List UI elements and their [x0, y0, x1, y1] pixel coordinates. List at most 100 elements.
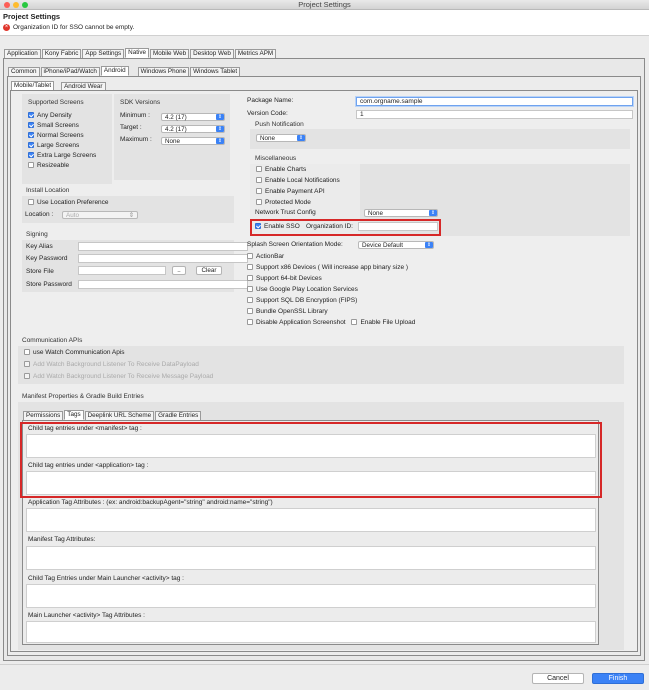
checkbox-icon[interactable] [24, 361, 30, 368]
checkbox-icon[interactable] [256, 177, 262, 184]
resizeable-option[interactable]: Resizeable [28, 161, 96, 171]
checkbox-icon[interactable] [28, 112, 34, 119]
dropdown-arrow-icon: ⇕ [297, 135, 305, 141]
checkbox-icon[interactable] [247, 308, 253, 315]
checkbox-icon[interactable] [28, 142, 34, 149]
checkbox-icon[interactable] [28, 199, 34, 206]
normal-screens-option[interactable]: Normal Screens [28, 131, 96, 141]
checkbox-icon[interactable] [256, 199, 262, 206]
push-notification-title: Push Notification [255, 121, 304, 128]
supported-screens-title: Supported Screens [28, 99, 84, 106]
package-name-input[interactable]: com.orgname.sample [356, 97, 633, 106]
checkbox-icon[interactable] [247, 264, 253, 271]
listener-message-option[interactable]: Add Watch Background Listener To Receive… [24, 372, 213, 382]
listener-datapayload-option[interactable]: Add Watch Background Listener To Receive… [24, 360, 199, 370]
key-alias-input[interactable] [78, 242, 248, 251]
tab-application[interactable]: Application [4, 49, 41, 58]
tab-permissions[interactable]: Permissions [23, 411, 64, 420]
tab-desktop-web[interactable]: Desktop Web [190, 49, 234, 58]
extra-large-screens-option[interactable]: Extra Large Screens [28, 151, 96, 161]
checkbox-icon[interactable] [247, 286, 253, 293]
tab-kony-fabric[interactable]: Kony Fabric [41, 49, 82, 58]
large-screens-option[interactable]: Large Screens [28, 141, 96, 151]
checkbox-icon[interactable] [28, 152, 34, 159]
checkbox-icon[interactable] [247, 275, 253, 282]
clear-button[interactable]: Clear [196, 266, 222, 275]
launcher-attributes-textarea[interactable] [26, 621, 596, 643]
store-file-input[interactable] [78, 266, 166, 275]
tab-mobile-web[interactable]: Mobile Web [150, 49, 190, 58]
checkbox-icon[interactable] [28, 162, 34, 169]
tab-tags[interactable]: Tags [64, 410, 84, 420]
communication-apis-group: use Watch Communication Apis Add Watch B… [18, 346, 624, 384]
browse-button[interactable]: .. [172, 266, 186, 275]
tab-windows-tablet[interactable]: Windows Tablet [190, 67, 241, 76]
disable-screenshot-option[interactable]: Disable Application Screenshot [247, 319, 346, 326]
checkbox-icon[interactable] [247, 319, 253, 326]
sdk-target-select[interactable]: 4.2 (17) ⇕ [161, 125, 225, 133]
enable-local-notifications-option[interactable]: Enable Local Notifications [256, 176, 340, 186]
store-password-input[interactable] [78, 280, 248, 289]
dropdown-arrow-icon: ⇕ [216, 138, 224, 144]
tab-native[interactable]: Native [125, 48, 149, 58]
organization-id-input[interactable] [358, 222, 438, 231]
finish-button[interactable]: Finish [592, 673, 644, 684]
native-tabs: Common iPhone/iPad/Watch Android Windows… [8, 66, 241, 76]
checkbox-icon[interactable] [247, 253, 253, 260]
any-density-option[interactable]: Any Density [28, 111, 96, 121]
version-code-input[interactable]: 1 [356, 110, 633, 119]
checkbox-icon[interactable] [24, 373, 30, 380]
tab-android[interactable]: Android [100, 66, 129, 76]
checkbox-icon[interactable] [28, 122, 34, 129]
tab-windows-phone[interactable]: Windows Phone [137, 67, 190, 76]
bundle-openssl-option[interactable]: Bundle OpenSSL Library [247, 307, 415, 318]
google-play-location-option[interactable]: Use Google Play Location Services [247, 285, 415, 296]
key-password-input[interactable] [78, 254, 248, 263]
tab-deeplink-url-scheme[interactable]: Deeplink URL Scheme [84, 411, 155, 420]
key-alias-label: Key Alias [26, 243, 53, 250]
network-trust-config-select[interactable]: None ⇕ [364, 209, 438, 217]
tab-app-settings[interactable]: App Settings [82, 49, 125, 58]
actionbar-option[interactable]: ActionBar [247, 252, 415, 263]
sdk-minimum-select[interactable]: 4.2 (17) ⇕ [161, 113, 225, 121]
cancel-button[interactable]: Cancel [532, 673, 584, 684]
checkbox-icon[interactable] [28, 132, 34, 139]
enable-file-upload-option[interactable]: Enable File Upload [351, 319, 415, 326]
dropdown-arrow-icon: ⇕ [216, 126, 224, 132]
protected-mode-option[interactable]: Protected Mode [256, 198, 311, 208]
network-trust-config-label: Network Trust Config [255, 209, 316, 216]
error-icon: × [3, 24, 10, 31]
checkbox-icon[interactable] [256, 188, 262, 195]
enable-sso-option[interactable]: Enable SSO [255, 222, 300, 232]
checkbox-icon[interactable] [247, 297, 253, 304]
splash-orientation-select[interactable]: Device Default ⇕ [358, 241, 434, 249]
use-location-preference-option[interactable]: Use Location Preference [28, 198, 109, 208]
small-screens-option[interactable]: Small Screens [28, 121, 96, 131]
use-watch-option[interactable]: use Watch Communication Apis [24, 348, 125, 358]
tab-gradle-entries[interactable]: Gradle Entries [155, 411, 202, 420]
application-tag-attributes-textarea[interactable] [26, 508, 596, 532]
minimize-window-icon[interactable] [13, 2, 19, 8]
sql-db-encryption-option[interactable]: Support SQL DB Encryption (FIPS) [247, 296, 415, 307]
screenshot-row: Disable Application Screenshot Enable Fi… [247, 318, 415, 329]
checkbox-icon[interactable] [24, 349, 30, 356]
push-notification-select[interactable]: None ⇕ [256, 134, 306, 142]
checkbox-icon[interactable] [351, 319, 358, 326]
tab-iphone-ipad-watch[interactable]: iPhone/iPad/Watch [40, 67, 100, 76]
error-message: × Organization ID for SSO cannot be empt… [3, 24, 135, 31]
tab-metrics-apm[interactable]: Metrics APM [234, 49, 277, 58]
sdk-maximum-select[interactable]: None ⇕ [161, 137, 225, 145]
enable-payment-api-option[interactable]: Enable Payment API [256, 187, 325, 197]
checkbox-icon[interactable] [256, 166, 262, 173]
manifest-tag-attributes-textarea[interactable] [26, 546, 596, 570]
location-select[interactable]: Auto ⇕ [62, 211, 138, 219]
sdk-target-label: Target : [120, 124, 142, 131]
support-64bit-option[interactable]: Support 64-bit Devices [247, 274, 415, 285]
enable-charts-option[interactable]: Enable Charts [256, 165, 306, 175]
zoom-window-icon[interactable] [22, 2, 28, 8]
checkbox-icon[interactable] [255, 223, 261, 230]
tab-common[interactable]: Common [8, 67, 40, 76]
support-x86-option[interactable]: Support x86 Devices ( Will increase app … [247, 263, 415, 274]
launcher-child-tags-textarea[interactable] [26, 584, 596, 608]
close-window-icon[interactable] [4, 2, 10, 8]
